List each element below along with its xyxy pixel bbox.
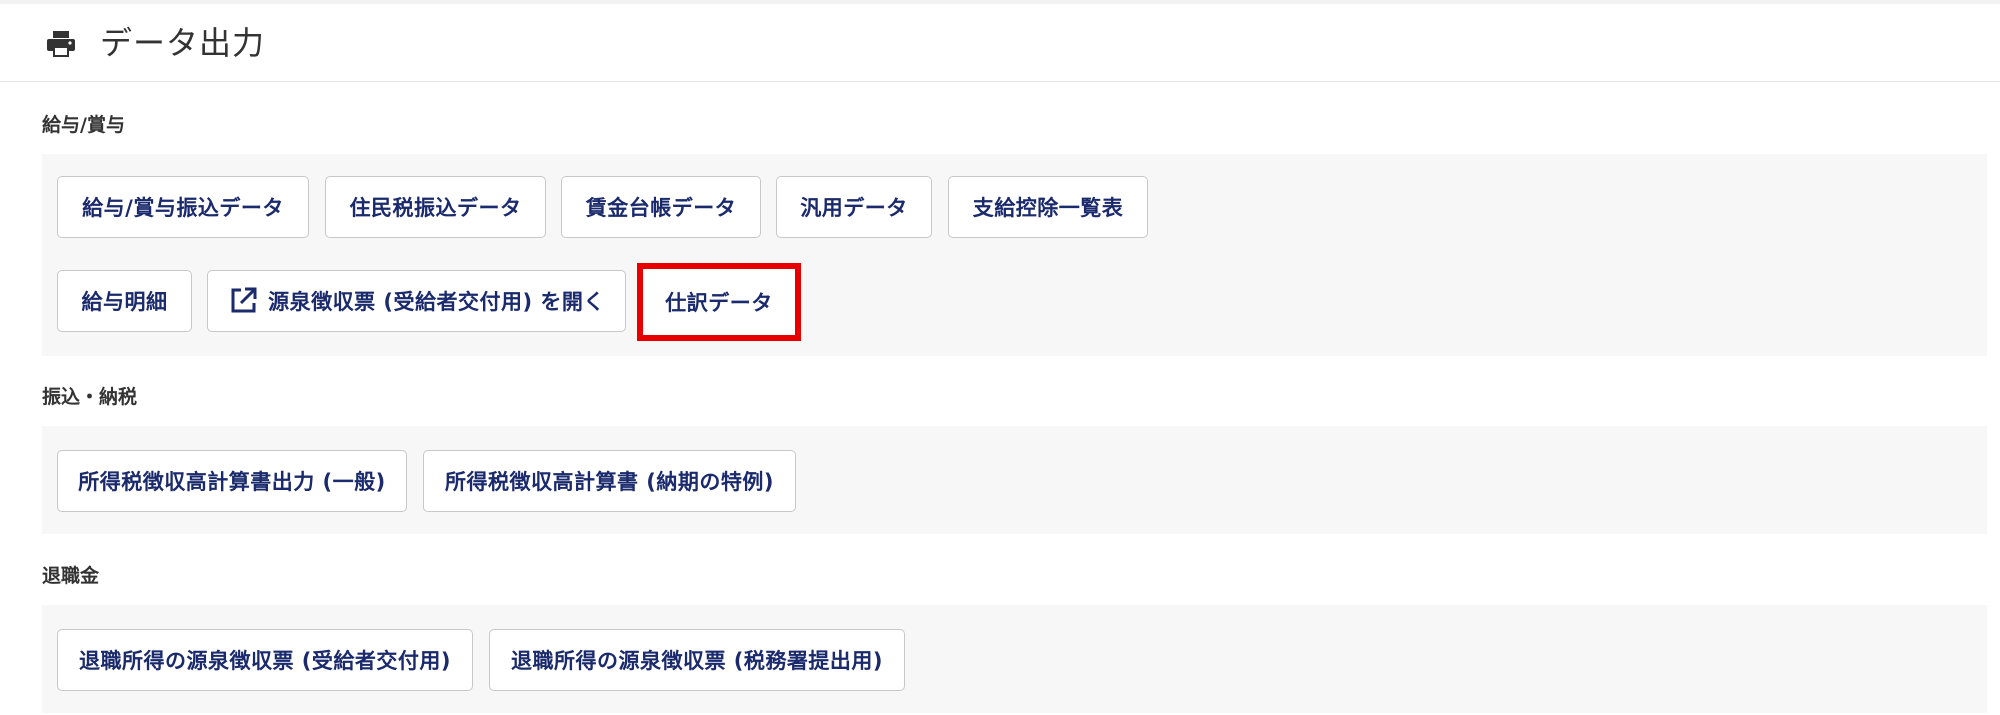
button-label: 所得税徴収高計算書 (納期の特例): [444, 470, 774, 494]
button-label: 支給控除一覧表: [972, 196, 1124, 220]
page-title: データ出力: [100, 24, 266, 62]
page-header: データ出力: [0, 4, 2000, 82]
general-data-button[interactable]: 汎用データ: [776, 176, 932, 238]
payslip-button[interactable]: 給与明細: [57, 270, 192, 332]
retirement-withholding-recipient-button[interactable]: 退職所得の源泉徴収票 (受給者交付用): [57, 629, 473, 691]
payment-deduction-list-button[interactable]: 支給控除一覧表: [948, 176, 1148, 238]
income-tax-statement-special-button[interactable]: 所得税徴収高計算書 (納期の特例): [423, 450, 796, 512]
section-label-transfer-tax: 振込・納税: [42, 386, 138, 408]
wage-ledger-data-button[interactable]: 賃金台帳データ: [561, 176, 761, 238]
resident-tax-transfer-data-button[interactable]: 住民税振込データ: [325, 176, 546, 238]
section-label-salary-bonus: 給与/賞与: [42, 114, 125, 136]
button-label: 源泉徴収票 (受給者交付用) を開く: [268, 290, 605, 314]
salary-bonus-transfer-data-button[interactable]: 給与/賞与振込データ: [57, 176, 309, 238]
button-label: 賃金台帳データ: [585, 196, 737, 220]
button-label: 汎用データ: [800, 196, 908, 220]
button-label: 退職所得の源泉徴収票 (受給者交付用): [78, 649, 451, 673]
button-label: 退職所得の源泉徴収票 (税務署提出用): [510, 649, 883, 673]
print-icon: [46, 30, 76, 58]
button-label: 所得税徴収高計算書出力 (一般): [78, 470, 386, 494]
withholding-slip-recipient-open-button[interactable]: 源泉徴収票 (受給者交付用) を開く: [207, 270, 626, 332]
external-link-icon: [228, 286, 258, 316]
income-tax-statement-general-button[interactable]: 所得税徴収高計算書出力 (一般): [57, 450, 407, 512]
section-label-retirement: 退職金: [42, 565, 100, 587]
button-label: 住民税振込データ: [349, 196, 522, 220]
retirement-withholding-tax-office-button[interactable]: 退職所得の源泉徴収票 (税務署提出用): [489, 629, 905, 691]
journal-data-button[interactable]: 仕訳データ: [637, 263, 801, 341]
button-label: 給与明細: [81, 290, 168, 314]
button-label: 仕訳データ: [665, 291, 773, 315]
button-label: 給与/賞与振込データ: [82, 196, 284, 220]
